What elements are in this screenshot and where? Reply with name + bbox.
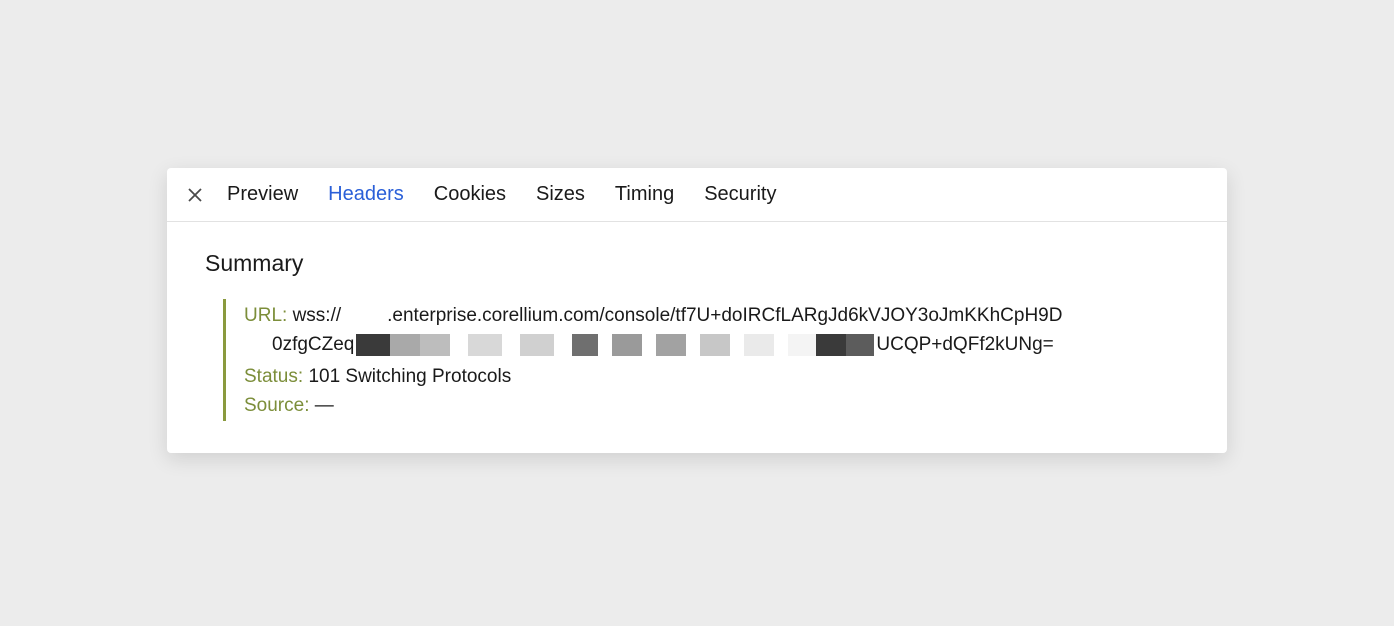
summary-status-row: Status: 101 Switching Protocols [244, 362, 1189, 391]
redacted-host-prefix [343, 299, 385, 321]
network-detail-panel: Preview Headers Cookies Sizes Timing Sec… [167, 168, 1227, 453]
status-label: Status: [244, 366, 303, 387]
tab-timing[interactable]: Timing [615, 179, 674, 210]
tab-cookies[interactable]: Cookies [434, 179, 506, 210]
url-token-suffix: UCQP+dQFf2kUNg= [876, 330, 1053, 359]
status-value: 101 Switching Protocols [308, 366, 511, 387]
close-icon [187, 187, 203, 203]
tab-security[interactable]: Security [704, 179, 776, 210]
source-value: — [315, 395, 334, 416]
url-label: URL: [244, 305, 287, 326]
panel-header: Preview Headers Cookies Sizes Timing Sec… [167, 168, 1227, 222]
source-label: Source: [244, 395, 309, 416]
summary-block: URL: wss:// .enterprise.corellium.com/con… [223, 299, 1189, 421]
panel-content: Summary URL: wss:// .enterprise.corellium… [167, 222, 1227, 453]
summary-source-row: Source: — [244, 391, 1189, 420]
tab-headers[interactable]: Headers [328, 179, 404, 210]
tab-sizes[interactable]: Sizes [536, 179, 585, 210]
summary-url-row: URL: wss:// .enterprise.corellium.com/con… [244, 299, 1189, 360]
url-host-path: .enterprise.corellium.com/console/tf7U+d… [387, 305, 1062, 326]
tab-preview[interactable]: Preview [227, 179, 298, 210]
redacted-token [356, 334, 874, 356]
url-scheme: wss:// [293, 305, 342, 326]
url-token-prefix: 0zfgCZeq [272, 330, 354, 359]
tab-bar: Preview Headers Cookies Sizes Timing Sec… [227, 179, 776, 210]
section-title: Summary [205, 250, 1189, 277]
close-button[interactable] [181, 181, 209, 209]
